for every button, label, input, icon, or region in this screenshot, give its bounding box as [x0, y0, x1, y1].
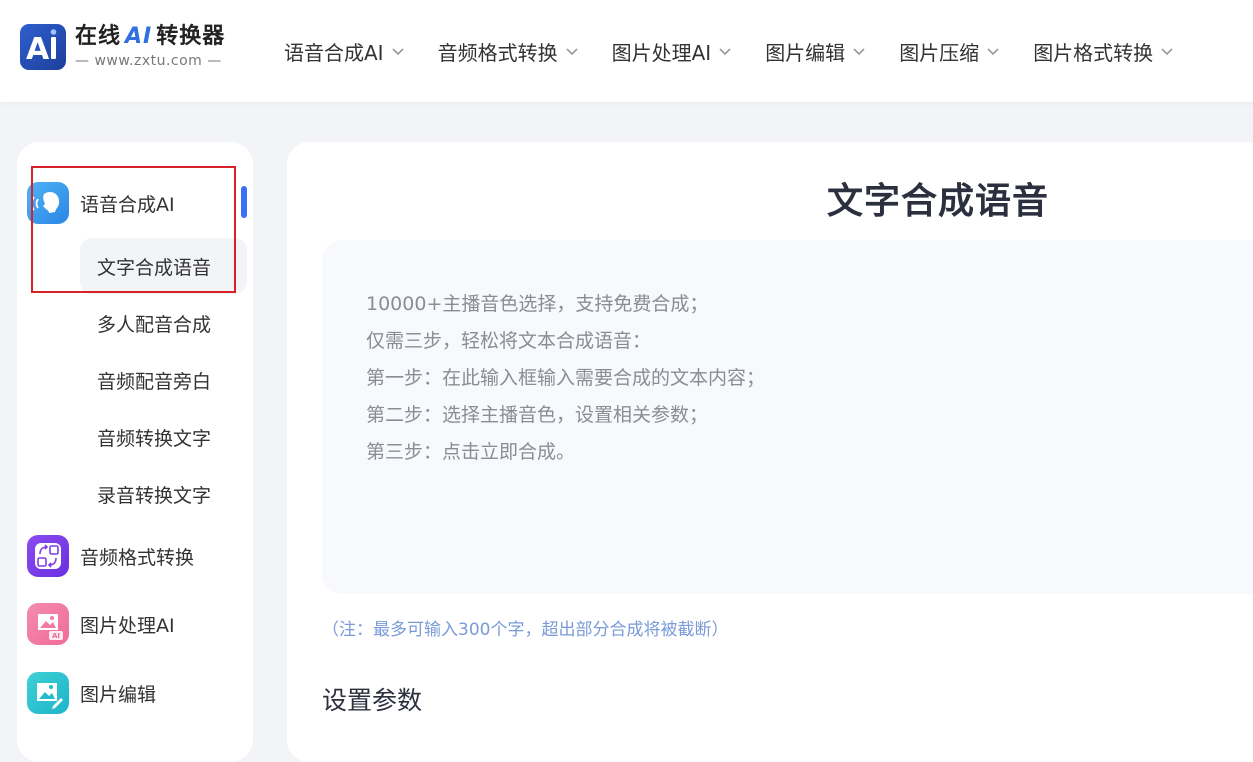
- chevron-down-icon: [853, 48, 865, 56]
- audio-convert-icon: [27, 535, 69, 577]
- nav-item-image-format[interactable]: 图片格式转换: [1033, 37, 1174, 66]
- placeholder-line: 第二步：选择主播音色，设置相关参数；: [366, 404, 709, 426]
- image-edit-icon: [27, 672, 69, 714]
- page-title: 文字合成语音: [826, 181, 1049, 222]
- logo-ai-icon: A: [20, 24, 66, 70]
- highlight-annotation-box: [31, 166, 236, 293]
- sidebar-group-label: 图片编辑: [80, 683, 157, 706]
- chevron-down-icon: [719, 48, 731, 56]
- svg-text:AI: AI: [52, 632, 60, 640]
- chevron-down-icon: [1161, 48, 1173, 56]
- sidebar-item-recording-to-text[interactable]: 录音转换文字: [80, 466, 247, 522]
- input-limit-note: （注：最多可输入300个字，超出部分合成将被截断）: [322, 620, 729, 640]
- chevron-down-icon: [392, 48, 404, 56]
- sidebar-group-audio-convert[interactable]: 音频格式转换: [27, 535, 194, 577]
- placeholder-line: 10000+主播音色选择，支持免费合成；: [366, 293, 709, 315]
- chevron-down-icon: [987, 48, 999, 56]
- top-header: A 在线 AI 转换器 — www.zxtu.com — 语音合成AI 音频格式转换…: [0, 0, 1253, 102]
- site-logo[interactable]: A 在线 AI 转换器 — www.zxtu.com —: [20, 22, 225, 72]
- image-ai-icon: AI: [27, 603, 69, 645]
- logo-title: 在线 AI 转换器: [75, 24, 226, 49]
- sidebar-group-image-ai[interactable]: AI 图片处理AI: [27, 603, 175, 645]
- sidebar-item-audio-to-text[interactable]: 音频转换文字: [80, 409, 247, 465]
- placeholder-line: 仅需三步，轻松将文本合成语音：: [366, 330, 652, 352]
- placeholder-line: 第三步：点击立即合成。: [366, 441, 576, 463]
- placeholder-line: 第一步：在此输入框输入需要合成的文本内容；: [366, 367, 766, 389]
- nav-item-image-edit[interactable]: 图片编辑: [765, 37, 866, 66]
- sidebar-item-multi-voice[interactable]: 多人配音合成: [80, 295, 247, 351]
- main-nav: 语音合成AI 音频格式转换 图片处理AI 图片编辑 图片压缩 图片格式转换: [284, 0, 1207, 102]
- sidebar-item-audio-narration[interactable]: 音频配音旁白: [80, 352, 247, 408]
- sidebar-group-image-edit[interactable]: 图片编辑: [27, 672, 156, 714]
- nav-item-image-compress[interactable]: 图片压缩: [899, 37, 1000, 66]
- chevron-down-icon: [566, 48, 578, 56]
- sidebar-scroll-indicator[interactable]: [241, 186, 247, 218]
- nav-item-speech-ai[interactable]: 语音合成AI: [284, 37, 405, 66]
- sidebar-group-label: 音频格式转换: [80, 546, 195, 569]
- sidebar-group-label: 图片处理AI: [80, 614, 175, 637]
- logo-subtitle: — www.zxtu.com —: [75, 53, 222, 69]
- nav-item-audio-convert[interactable]: 音频格式转换: [438, 37, 579, 66]
- settings-section-title: 设置参数: [322, 686, 423, 715]
- nav-item-image-ai[interactable]: 图片处理AI: [612, 37, 733, 66]
- svg-text:A: A: [26, 32, 50, 67]
